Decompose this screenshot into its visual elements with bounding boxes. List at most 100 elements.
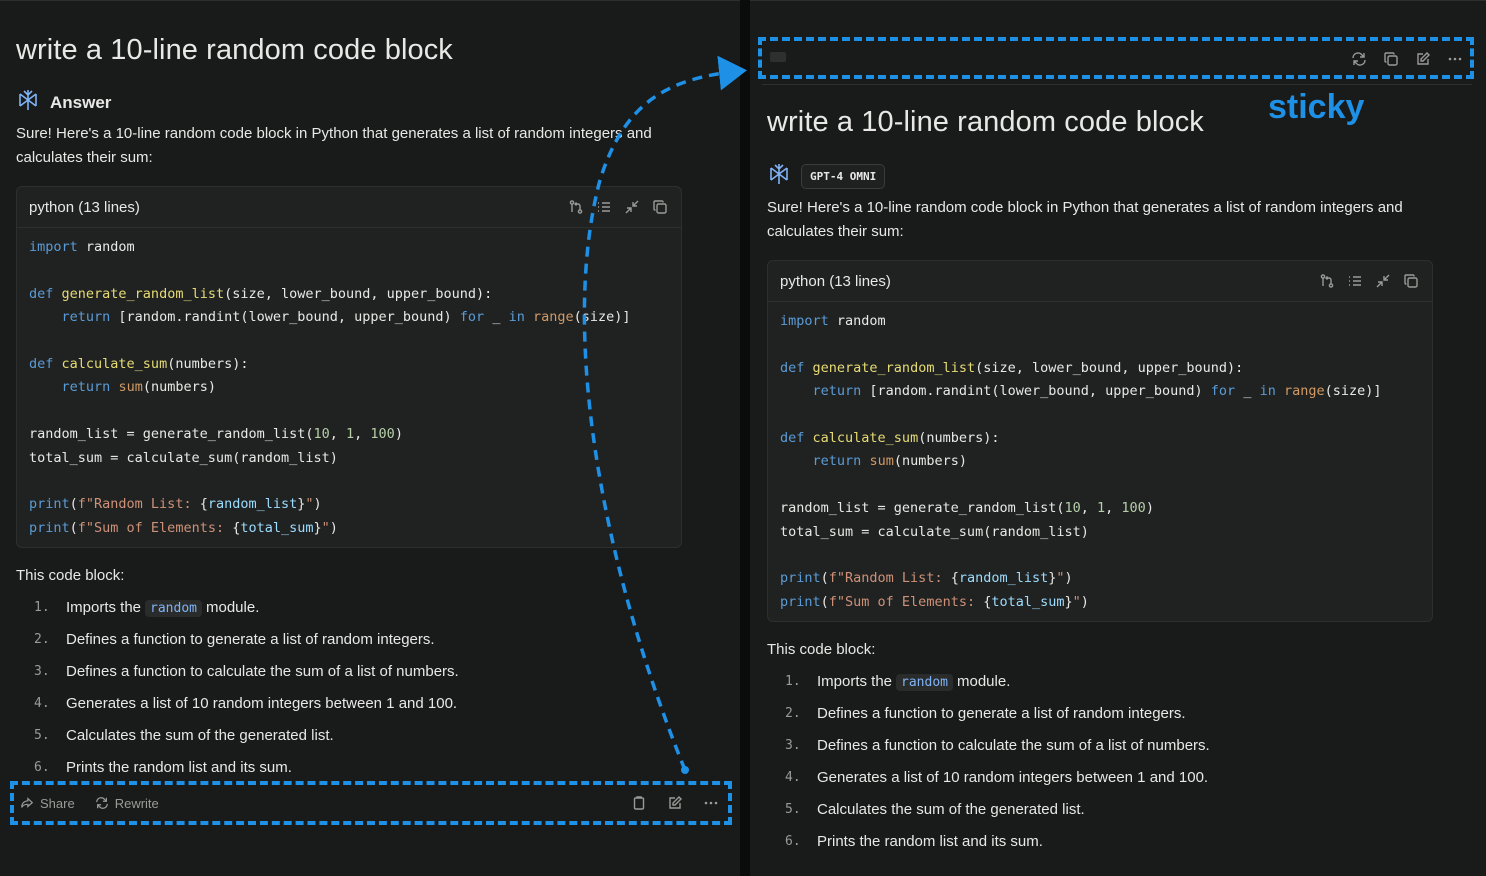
more-icon[interactable] [1446, 50, 1464, 68]
code-line: return sum(numbers) [812, 453, 967, 470]
list-item: 4. Generates a list of 10 random integers… [16, 688, 716, 720]
list-item: 3. Defines a function to calculate the su… [767, 730, 1467, 762]
list-item: 6. Prints the random list and its sum. [767, 826, 1467, 858]
code-block: python (13 lines) import random def gener… [16, 186, 682, 548]
list-number: 1. [785, 674, 801, 689]
perplexity-logo-icon [16, 88, 40, 117]
answer-header: GPT-4 OMNI [767, 162, 886, 191]
code-line: return [random.randint(lower_bound, uppe… [812, 383, 1382, 400]
panel-divider [740, 0, 750, 876]
more-icon[interactable] [702, 794, 720, 812]
code-line: print(f"Sum of Elements: {total_sum}") [29, 519, 338, 536]
list-item: 2. Defines a function to generate a list … [16, 624, 716, 656]
answer-header: Answer [16, 88, 111, 117]
list-number: 2. [785, 706, 801, 721]
answer-intro: Sure! Here's a 10-line random code block… [16, 125, 652, 166]
pull-request-icon[interactable] [567, 198, 585, 216]
list-number: 4. [34, 696, 50, 711]
model-badge: GPT-4 OMNI [801, 164, 886, 189]
collapse-icon[interactable] [623, 198, 641, 216]
share-button[interactable]: Share [20, 796, 75, 811]
sticky-annotation-label: sticky [1268, 88, 1365, 126]
list-item: 2. Defines a function to generate a list … [767, 698, 1467, 730]
code-line: import random [780, 313, 886, 329]
list-item: 4. Generates a list of 10 random integers… [767, 762, 1467, 794]
code-line: print(f"Random List: {random_list}") [29, 496, 322, 513]
explain-heading: This code block: [16, 567, 125, 584]
list-number: 1. [34, 600, 50, 615]
clipboard-icon[interactable] [630, 794, 648, 812]
list-icon[interactable] [595, 198, 613, 216]
copy-icon[interactable] [651, 198, 669, 216]
share-icon [21, 797, 34, 808]
copy-icon[interactable] [1382, 50, 1400, 68]
code-header: python (13 lines) [17, 187, 681, 228]
pull-request-icon[interactable] [1318, 272, 1336, 290]
answer-footer: Share Rewrite [12, 784, 728, 822]
code-line: print(f"Sum of Elements: {total_sum}") [780, 593, 1089, 610]
code-line: print(f"Random List: {random_list}") [780, 570, 1073, 587]
rewrite-icon [95, 797, 108, 809]
rewrite-button[interactable]: Rewrite [95, 796, 159, 811]
code-content: import random def generate_random_list(si… [768, 302, 1432, 621]
right-panel: write a 10-line random code block GPT-4 … [750, 0, 1486, 876]
inline-code: random [145, 600, 202, 617]
list-icon[interactable] [1346, 272, 1364, 290]
keyboard-icon [770, 50, 786, 68]
code-line: random_list = generate_random_list(10, 1… [780, 500, 1154, 517]
edit-icon[interactable] [1414, 50, 1432, 68]
code-line: return [random.randint(lower_bound, uppe… [61, 309, 631, 326]
list-item: 1. Imports the random module. [16, 592, 716, 624]
list-number: 3. [785, 738, 801, 753]
copy-icon[interactable] [1402, 272, 1420, 290]
perplexity-logo-icon [767, 162, 791, 191]
code-line: def generate_random_list(size, lower_bou… [29, 285, 493, 302]
code-header: python (13 lines) [768, 261, 1432, 302]
list-item: 1. Imports the random module. [767, 666, 1467, 698]
page-title: write a 10-line random code block [767, 106, 1204, 138]
code-language-label: python (13 lines) [29, 198, 140, 216]
list-item: 3. Defines a function to calculate the su… [16, 656, 716, 688]
list-item: 5. Calculates the sum of the generated li… [16, 720, 716, 752]
code-line: total_sum = calculate_sum(random_list) [780, 523, 1089, 540]
list-item: 6. Prints the random list and its sum. [16, 752, 716, 784]
code-line: def calculate_sum(numbers): [780, 429, 1000, 446]
code-line: import random [29, 239, 135, 255]
code-language-label: python (13 lines) [780, 272, 891, 290]
list-number: 3. [34, 664, 50, 679]
code-line: def generate_random_list(size, lower_bou… [780, 359, 1244, 376]
list-number: 5. [34, 728, 50, 743]
list-number: 5. [785, 802, 801, 817]
list-item: 5. Calculates the sum of the generated li… [767, 794, 1467, 826]
collapse-icon[interactable] [1374, 272, 1392, 290]
code-line: random_list = generate_random_list(10, 1… [29, 426, 403, 443]
code-line: def calculate_sum(numbers): [29, 355, 249, 372]
edit-icon[interactable] [666, 794, 684, 812]
list-number: 6. [34, 760, 50, 775]
list-number: 2. [34, 632, 50, 647]
code-line: total_sum = calculate_sum(random_list) [29, 449, 338, 466]
explain-list: 1. Imports the random module. 2. Defines a fu… [767, 666, 1467, 858]
list-number: 6. [785, 834, 801, 849]
answer-intro: Sure! Here's a 10-line random code block… [767, 199, 1403, 240]
left-panel: write a 10-line random code block Answer… [0, 0, 740, 876]
refresh-icon[interactable] [1350, 50, 1368, 68]
code-content: import random def generate_random_list(si… [17, 228, 681, 547]
explain-heading: This code block: [767, 641, 876, 658]
sticky-header-bar [762, 40, 1472, 78]
answer-label: Answer [50, 92, 112, 112]
list-number: 4. [785, 770, 801, 785]
code-line: return sum(numbers) [61, 379, 216, 396]
explain-list: 1. Imports the random module. 2. Defines a fu… [16, 592, 716, 784]
page-title: write a 10-line random code block [16, 34, 453, 66]
code-block: python (13 lines) import random def gener… [767, 260, 1433, 622]
inline-code: random [896, 674, 953, 691]
